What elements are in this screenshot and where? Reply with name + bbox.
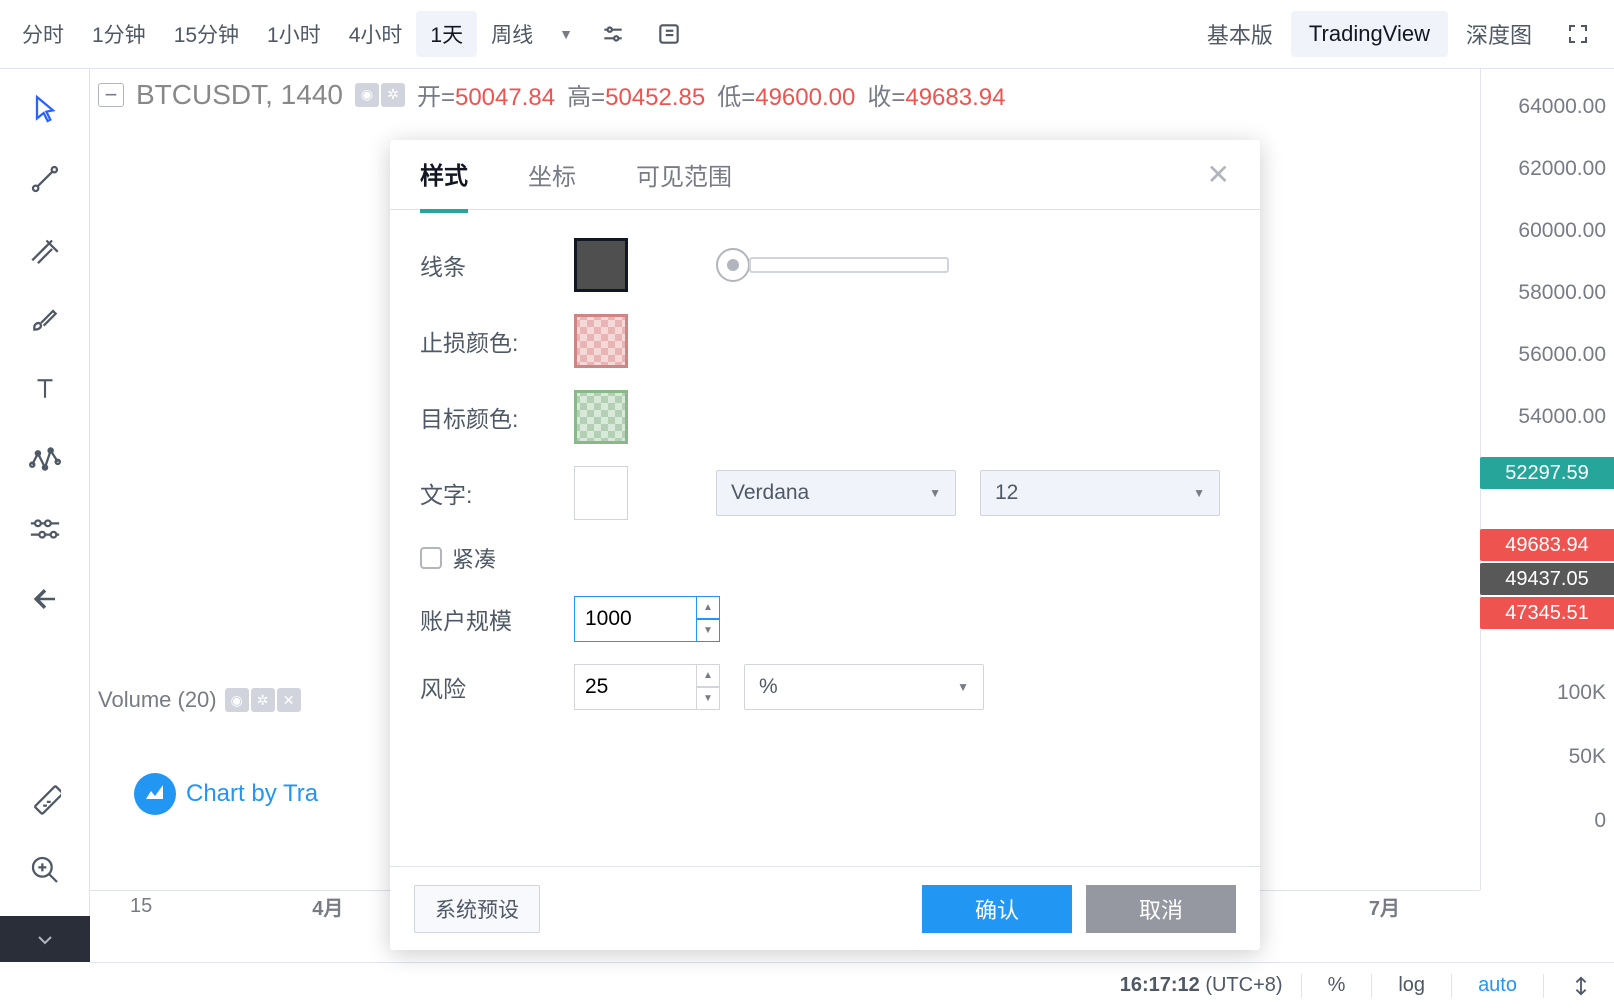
log-button[interactable]: log — [1390, 970, 1433, 1001]
position-tool[interactable] — [23, 507, 67, 551]
settings-dialog: 样式 坐标 可见范围 ✕ 线条 止损颜色: 目标颜色: 文字: Ve — [390, 140, 1260, 950]
price-badge-last: 49683.94 — [1480, 529, 1614, 561]
cursor-tool[interactable] — [23, 87, 67, 131]
text-label: 文字: — [420, 476, 550, 510]
risk-label: 风险 — [420, 670, 550, 704]
collapse-toolbar-button[interactable] — [0, 916, 90, 962]
pitchfork-tool[interactable] — [23, 227, 67, 271]
timeframe-15m[interactable]: 15分钟 — [160, 11, 253, 57]
timeframe-1m[interactable]: 1分钟 — [78, 11, 160, 57]
back-tool[interactable] — [23, 577, 67, 621]
ok-button[interactable]: 确认 — [922, 885, 1072, 933]
ohlc-close: 49683.94 — [905, 84, 1005, 111]
timeframe-more-icon[interactable]: ▼ — [547, 26, 585, 42]
measure-tool[interactable] — [23, 778, 67, 822]
risk-unit-dropdown[interactable]: %▼ — [744, 664, 984, 710]
target-color-label: 目标颜色: — [420, 400, 550, 434]
timeframe-1h[interactable]: 1小时 — [253, 11, 335, 57]
dialog-tab-coords[interactable]: 坐标 — [528, 139, 576, 210]
left-toolbar — [0, 69, 90, 962]
legend-actions[interactable]: ◉✲ — [355, 83, 405, 107]
account-size-label: 账户规模 — [420, 602, 550, 636]
timeframe-1w[interactable]: 周线 — [477, 11, 547, 57]
volume-actions[interactable]: ◉✲✕ — [225, 688, 301, 712]
font-size-dropdown[interactable]: 12▼ — [980, 470, 1220, 516]
account-size-input[interactable]: ▲▼ — [574, 596, 720, 642]
percent-button[interactable]: % — [1320, 970, 1354, 1001]
stepper-down-icon[interactable]: ▼ — [696, 687, 720, 710]
tradingview-watermark[interactable]: Chart by Tra — [120, 767, 332, 821]
font-family-dropdown[interactable]: Verdana▼ — [716, 470, 956, 516]
price-axis[interactable]: 64000.00 62000.00 60000.00 58000.00 5600… — [1480, 69, 1614, 890]
compact-label: 紧凑 — [452, 542, 496, 574]
ohlc-open: 50047.84 — [455, 84, 555, 111]
compact-checkbox[interactable] — [420, 547, 442, 569]
indicators-button[interactable] — [595, 16, 631, 52]
volume-legend: Volume (20) ◉✲✕ — [98, 687, 301, 713]
defaults-button[interactable]: 系统预设 — [414, 885, 540, 933]
line-color-swatch[interactable] — [574, 238, 628, 292]
price-badge-ask: 52297.59 — [1480, 457, 1614, 489]
timeframe-realtime[interactable]: 分时 — [8, 11, 78, 57]
cancel-button[interactable]: 取消 — [1086, 885, 1236, 933]
target-color-swatch[interactable] — [574, 390, 628, 444]
risk-input[interactable]: ▲▼ — [574, 664, 720, 710]
ohlc-low: 49600.00 — [755, 84, 855, 111]
text-tool[interactable] — [23, 367, 67, 411]
view-basic[interactable]: 基本版 — [1189, 8, 1291, 60]
pattern-tool[interactable] — [23, 437, 67, 481]
stop-color-label: 止损颜色: — [420, 324, 550, 358]
clock: 16:17:12 (UTC+8) — [1120, 974, 1283, 997]
price-badge-bid: 47345.51 — [1480, 597, 1614, 629]
view-depth[interactable]: 深度图 — [1448, 8, 1550, 60]
ohlc-high: 50452.85 — [605, 84, 705, 111]
tradingview-logo-icon — [134, 773, 176, 815]
trendline-tool[interactable] — [23, 157, 67, 201]
stepper-up-icon[interactable]: ▲ — [696, 596, 720, 619]
text-color-swatch[interactable] — [574, 466, 628, 520]
timeframe-1d[interactable]: 1天 — [416, 11, 477, 57]
templates-button[interactable] — [651, 16, 687, 52]
stepper-up-icon[interactable]: ▲ — [696, 664, 720, 687]
view-tradingview[interactable]: TradingView — [1291, 11, 1448, 57]
top-toolbar: 分时 1分钟 15分钟 1小时 4小时 1天 周线 ▼ 基本版 TradingV… — [0, 0, 1614, 69]
symbol-label: BTCUSDT, 1440 — [136, 79, 343, 111]
line-label: 线条 — [420, 248, 550, 282]
timeframe-4h[interactable]: 4小时 — [335, 11, 417, 57]
brush-tool[interactable] — [23, 297, 67, 341]
chart-legend: − BTCUSDT, 1440 ◉✲ 开=50047.84 高=50452.85… — [98, 77, 1005, 112]
expand-axis-button[interactable] — [1562, 971, 1600, 1001]
stop-color-swatch[interactable] — [574, 314, 628, 368]
stepper-down-icon[interactable]: ▼ — [696, 619, 720, 642]
dialog-tab-visibility[interactable]: 可见范围 — [636, 139, 732, 210]
zoom-tool[interactable] — [23, 848, 67, 892]
auto-button[interactable]: auto — [1470, 970, 1525, 1001]
price-badge-cursor: 49437.05 — [1480, 563, 1614, 595]
line-thickness-picker[interactable] — [716, 248, 949, 282]
dialog-close-icon[interactable]: ✕ — [1207, 158, 1230, 191]
fullscreen-button[interactable] — [1560, 16, 1596, 52]
dialog-tab-style[interactable]: 样式 — [420, 138, 468, 213]
legend-collapse-icon[interactable]: − — [98, 83, 124, 107]
bottom-toolbar: 16:17:12 (UTC+8) % log auto — [90, 962, 1614, 1008]
